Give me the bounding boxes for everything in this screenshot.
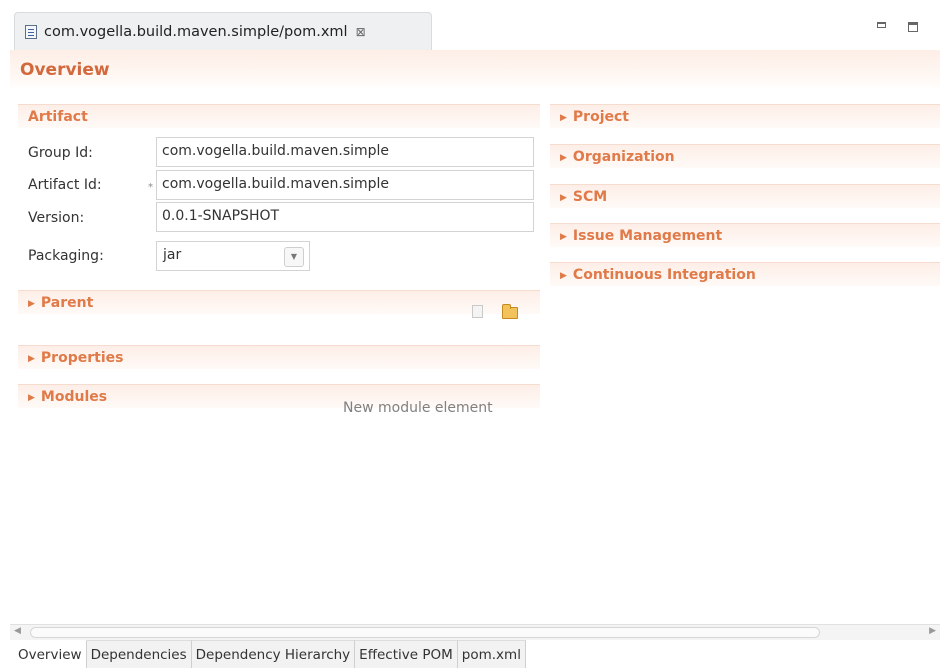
artifact-section-title: Artifact [28,109,88,125]
modules-hint: New module element [343,400,493,416]
dropdown-arrow-icon[interactable]: ▼ [284,247,304,267]
scroll-right-icon[interactable]: ▶ [929,626,936,636]
new-document-icon[interactable] [472,305,483,318]
group-id-field[interactable]: com.vogella.build.maven.simple [156,137,534,167]
scm-section-title: ▶ SCM [560,189,608,205]
artifact-id-field[interactable]: com.vogella.build.maven.simple [156,170,534,200]
file-xml-icon [25,24,37,39]
continuous-integration-section-header[interactable]: ▶ Continuous Integration [550,262,940,286]
window-controls [877,22,918,32]
expand-arrow-icon: ▶ [28,299,35,309]
expand-arrow-icon: ▶ [560,153,567,163]
expand-arrow-icon: ▶ [560,271,567,281]
parent-section-title: ▶ Parent [28,295,94,311]
expand-arrow-icon: ▶ [28,393,35,403]
group-id-label: Group Id: [28,145,93,161]
editor-tab-title: com.vogella.build.maven.simple/pom.xml [44,23,348,40]
project-section-header[interactable]: ▶ Project [550,104,940,128]
artifact-section-header[interactable]: Artifact [18,104,540,128]
tab-dependencies[interactable]: Dependencies [86,640,192,668]
expand-arrow-icon: ▶ [28,354,35,364]
tab-effective-pom[interactable]: Effective POM [355,640,458,668]
modules-section-title: ▶ Modules [28,389,108,405]
expand-arrow-icon: ▶ [560,113,567,123]
project-section-title: ▶ Project [560,109,629,125]
properties-section-title: ▶ Properties [28,350,124,366]
maximize-icon[interactable] [908,22,918,32]
expand-arrow-icon: ▶ [560,193,567,203]
organization-section-header[interactable]: ▶ Organization [550,144,940,168]
page-title: Overview [20,60,110,80]
required-marker: * [148,182,153,193]
close-icon[interactable]: ⊠ [356,25,366,39]
scm-section-header[interactable]: ▶ SCM [550,184,940,208]
version-field[interactable]: 0.0.1-SNAPSHOT [156,202,534,232]
tab-dependency-hierarchy[interactable]: Dependency Hierarchy [191,640,356,668]
packaging-value: jar [163,247,182,263]
tab-pom-xml[interactable]: pom.xml [457,640,526,668]
organization-section-title: ▶ Organization [560,149,675,165]
tab-overview[interactable]: Overview [14,640,87,668]
issue-management-section-header[interactable]: ▶ Issue Management [550,223,940,247]
artifact-id-label: Artifact Id: [28,177,102,193]
open-folder-icon[interactable] [502,304,518,319]
editor-page-tabs: Overview Dependencies Dependency Hierarc… [14,640,526,668]
overview-header: Overview [10,50,940,90]
editor-tab-pom[interactable]: com.vogella.build.maven.simple/pom.xml ⊠ [14,12,432,50]
scrollbar-thumb[interactable] [30,627,820,638]
editor-tab-bar: com.vogella.build.maven.simple/pom.xml ⊠ [0,0,940,50]
packaging-label: Packaging: [28,248,104,264]
version-label: Version: [28,210,85,226]
minimize-icon[interactable] [877,22,886,28]
parent-section-header[interactable]: ▶ Parent [18,290,540,314]
expand-arrow-icon: ▶ [560,232,567,242]
scroll-left-icon[interactable]: ◀ [14,626,21,636]
packaging-select[interactable]: jar ▼ [156,241,310,271]
continuous-integration-section-title: ▶ Continuous Integration [560,267,756,283]
horizontal-scrollbar[interactable]: ◀ ▶ [10,624,940,640]
issue-management-section-title: ▶ Issue Management [560,228,723,244]
properties-section-header[interactable]: ▶ Properties [18,345,540,369]
